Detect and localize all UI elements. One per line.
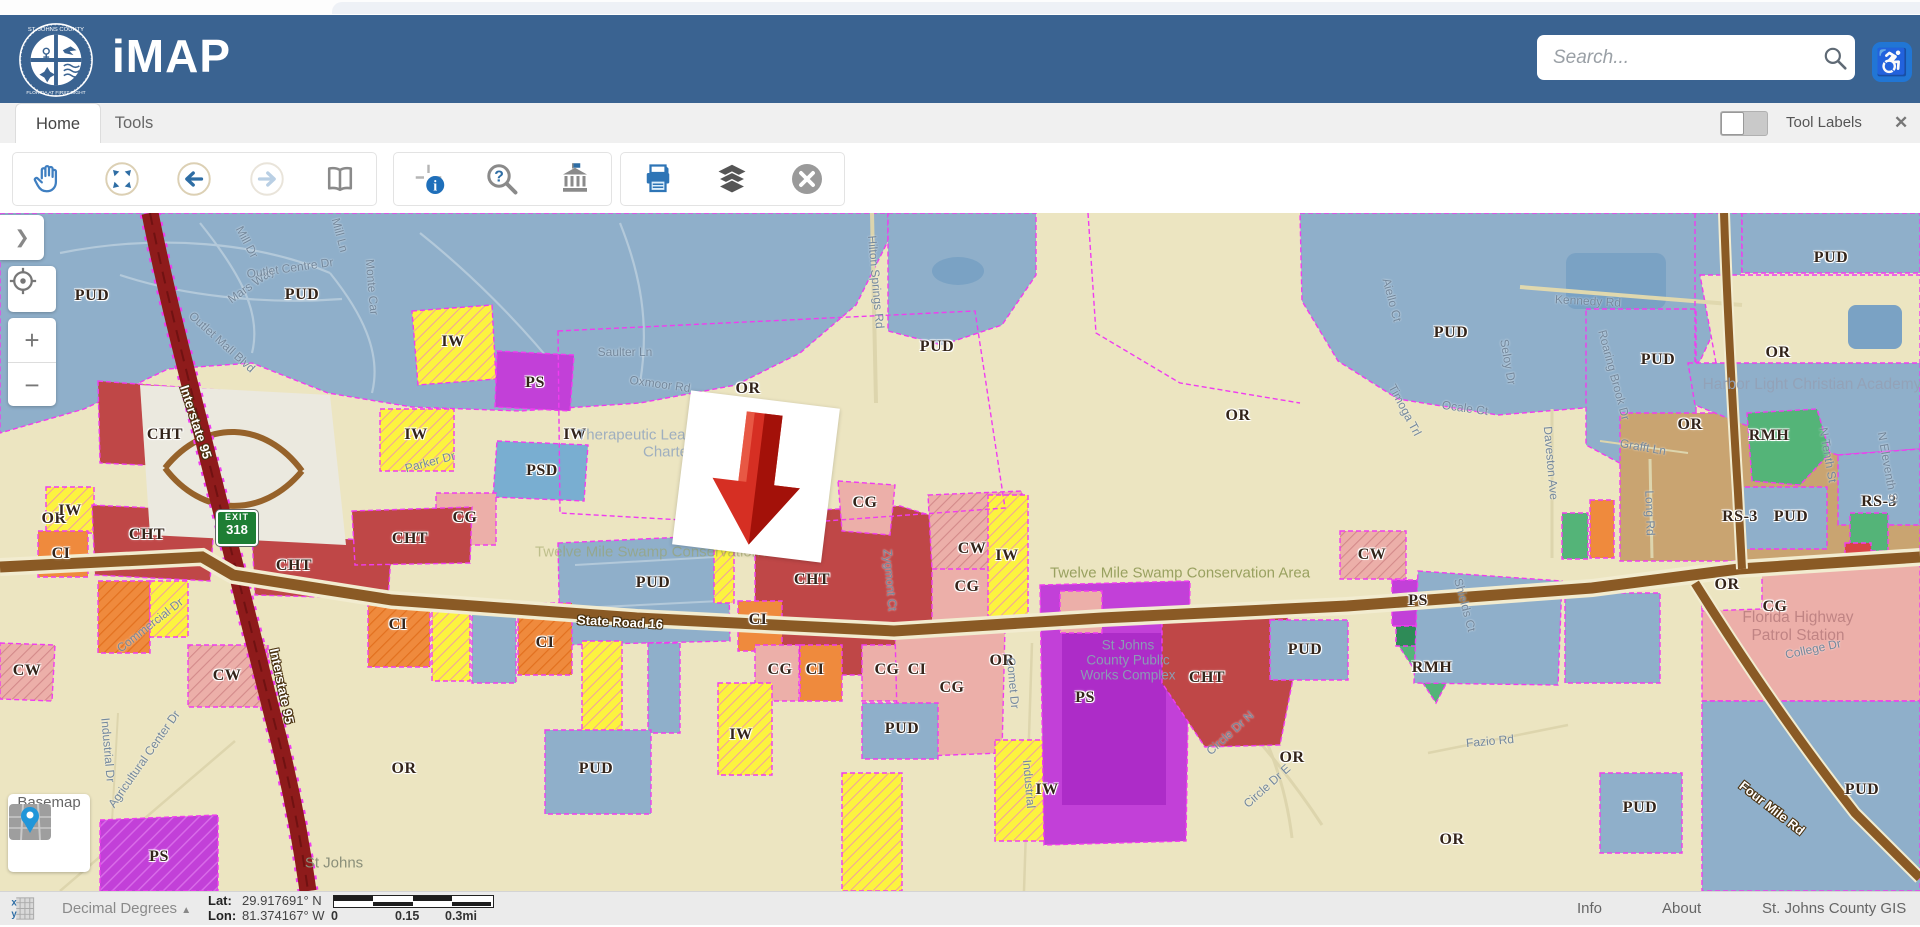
zoning-map-graphics	[0, 213, 1920, 891]
identify-crosshair-icon: i	[412, 161, 448, 197]
gis-credit: St. Johns County GIS	[1762, 892, 1906, 925]
search-input[interactable]	[1551, 46, 1815, 70]
pan-hand-icon	[31, 161, 67, 197]
lat-value: 29.917691° N	[242, 893, 322, 908]
toggle-knob	[1721, 112, 1744, 135]
wheelchair-icon: ♿	[1876, 47, 1908, 77]
identify-button[interactable]: i	[400, 155, 460, 203]
tab-tools[interactable]: Tools	[104, 103, 164, 143]
lat-label: Lat:	[208, 893, 242, 908]
red-arrow-icon	[672, 390, 840, 562]
query-button[interactable]: ?	[472, 155, 532, 203]
coordinate-globe-icon[interactable]: x y	[8, 894, 38, 923]
tab-ghost	[332, 2, 1920, 14]
toolbar-group-query: i ?	[393, 152, 612, 206]
tab-bar: Home Tools Tool Labels ✕	[0, 103, 1920, 144]
browser-top-strip	[0, 0, 1920, 15]
lon-value: 81.374167° W	[242, 908, 325, 923]
scale-tick-0: 0	[331, 909, 338, 923]
basemap-button[interactable]: Basemap	[8, 794, 90, 872]
full-extent-icon	[104, 161, 140, 197]
svg-text:FLORIDA AT FIRST SIGHT: FLORIDA AT FIRST SIGHT	[26, 90, 85, 96]
scale-tick-max: 0.3mi	[445, 909, 477, 923]
tab-home[interactable]: Home	[15, 103, 101, 144]
print-icon	[640, 161, 676, 197]
search-box	[1537, 35, 1855, 80]
zoom-controls: + −	[8, 318, 56, 406]
zoom-in-button[interactable]: +	[8, 318, 56, 363]
exit-318-sign: EXIT 318	[216, 510, 258, 546]
bookmarks-button[interactable]	[310, 155, 370, 203]
toolbar-group-navigation	[12, 152, 377, 206]
back-arrow-icon	[176, 161, 212, 197]
pan-hand-button[interactable]	[19, 155, 79, 203]
print-button[interactable]	[628, 155, 688, 203]
next-extent-button[interactable]	[237, 155, 297, 203]
app-header: ST. JOHNS COUNTY FLORIDA AT FIRST SIGHT …	[0, 15, 1920, 103]
expand-panel-button[interactable]: ❯	[0, 215, 44, 260]
info-link[interactable]: Info	[1577, 892, 1602, 925]
layers-button[interactable]	[702, 155, 762, 203]
forward-arrow-icon	[249, 161, 285, 197]
status-bar: x y Decimal Degrees ▲ Lat:29.917691° N L…	[0, 891, 1920, 925]
close-icon[interactable]: ✕	[1894, 103, 1908, 143]
tool-labels-toggle[interactable]	[1720, 111, 1768, 136]
clear-selection-button[interactable]	[777, 155, 837, 203]
locate-button[interactable]	[8, 266, 56, 312]
previous-extent-button[interactable]	[164, 155, 224, 203]
svg-text:?: ?	[495, 168, 505, 185]
layers-icon	[714, 161, 750, 197]
tax-building-button[interactable]	[545, 155, 605, 203]
scale-bar-graphic	[333, 895, 494, 908]
map-toolbar: i ?	[0, 143, 1920, 213]
basemap-icon	[8, 801, 52, 843]
government-building-icon	[557, 161, 593, 197]
exit-sign-line2: 318	[218, 523, 256, 537]
lon-label: Lon:	[208, 908, 242, 923]
query-magnifier-icon: ?	[484, 161, 520, 197]
full-extent-button[interactable]	[92, 155, 152, 203]
book-icon	[322, 161, 358, 197]
units-arrow-icon: ▲	[181, 905, 191, 916]
scale-bar: 0 0.15 0.3mi	[333, 895, 493, 924]
svg-text:i: i	[433, 178, 437, 194]
units-label: Decimal Degrees	[62, 900, 177, 917]
locate-crosshair-icon	[8, 266, 38, 296]
scale-tick-mid: 0.15	[395, 909, 419, 923]
map-canvas[interactable]: PUDPUDPUDPUDPUDPUDPUDPUDPUDPUDPUDPUDPUDO…	[0, 213, 1920, 891]
search-icon[interactable]	[1815, 38, 1855, 78]
coordinates-readout: Lat:29.917691° N Lon:81.374167° W	[208, 893, 325, 923]
svg-text:x: x	[11, 898, 17, 909]
tool-labels-label: Tool Labels	[1786, 103, 1862, 143]
county-seal-logo: ST. JOHNS COUNTY FLORIDA AT FIRST SIGHT	[17, 21, 95, 99]
location-arrow-card	[672, 390, 840, 562]
svg-text:y: y	[11, 909, 17, 920]
about-link[interactable]: About	[1662, 892, 1701, 925]
units-selector[interactable]: Decimal Degrees ▲	[62, 892, 191, 925]
accessibility-button[interactable]: ♿	[1872, 42, 1912, 82]
zoom-out-button[interactable]: −	[8, 363, 56, 407]
close-circle-icon	[789, 161, 825, 197]
page-title: iMAP	[112, 29, 231, 83]
svg-text:ST. JOHNS COUNTY: ST. JOHNS COUNTY	[28, 27, 84, 33]
toolbar-group-output	[620, 152, 845, 206]
